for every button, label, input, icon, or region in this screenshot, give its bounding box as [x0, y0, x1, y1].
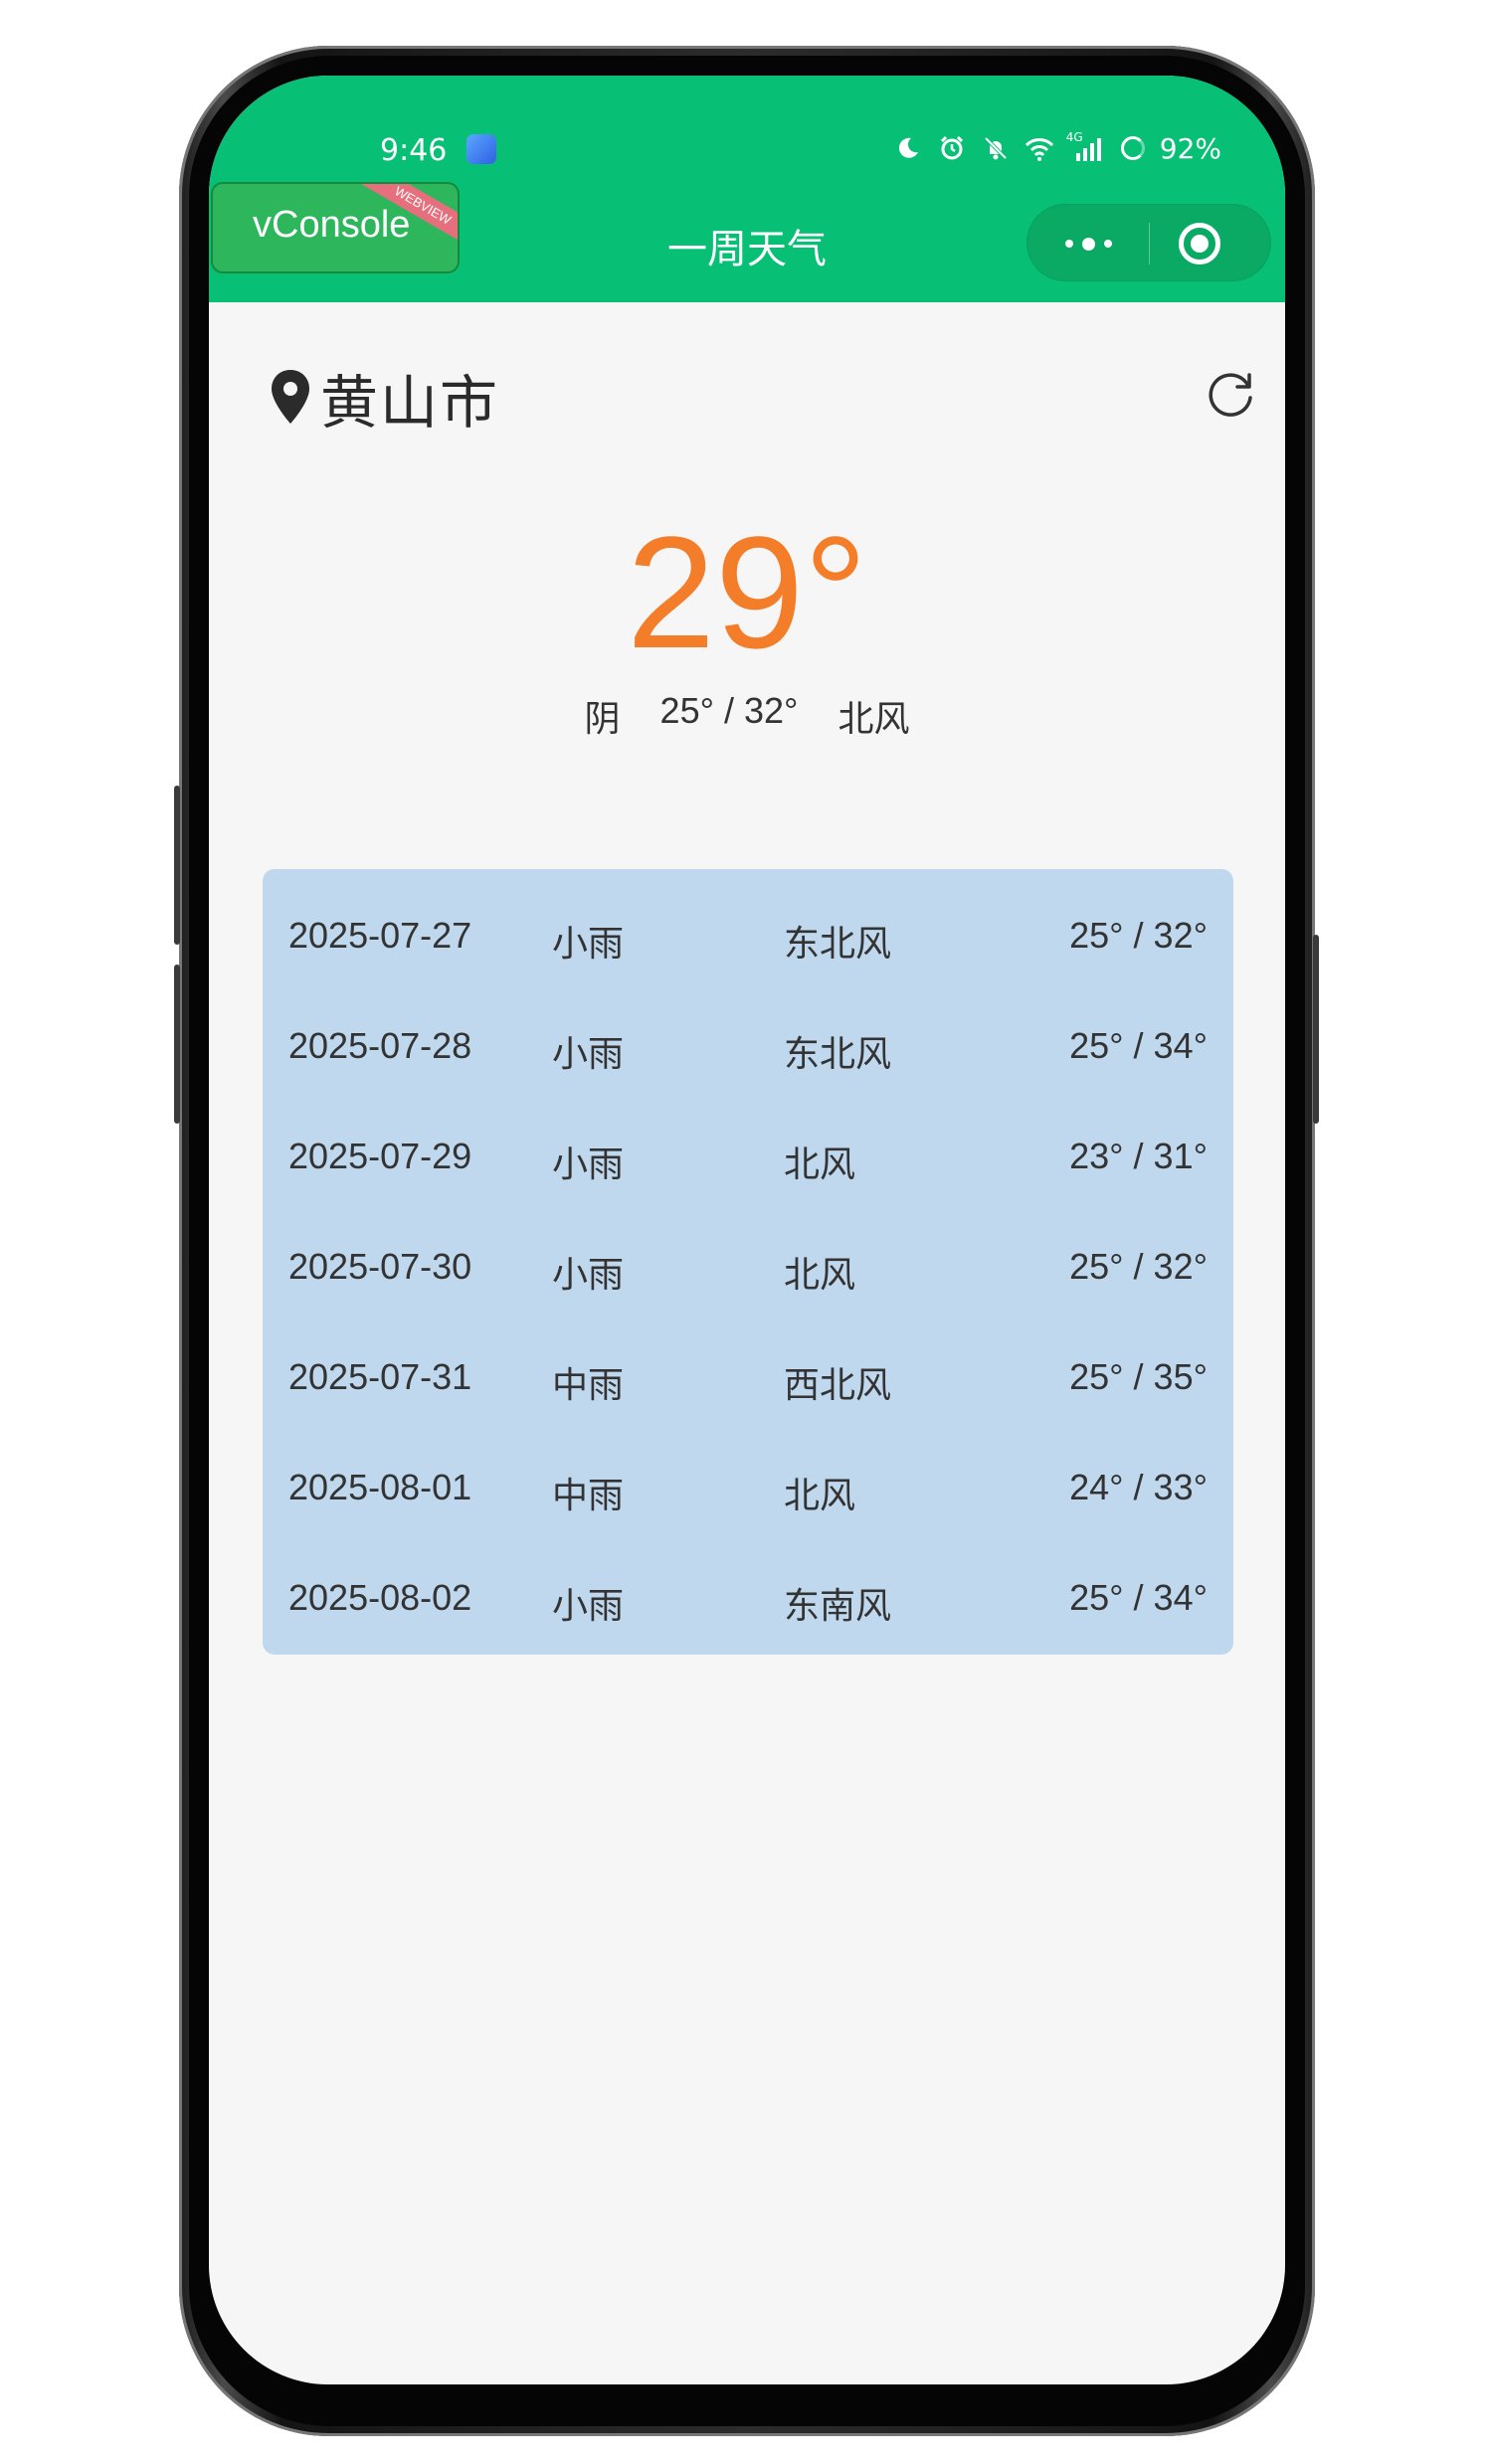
forecast-wind: 北风: [784, 1144, 856, 1185]
forecast-weather: 小雨: [552, 1034, 625, 1075]
refresh-icon[interactable]: [1204, 366, 1259, 422]
target-circle-icon[interactable]: [1179, 223, 1220, 264]
forecast-range: 23° / 31°: [1069, 1136, 1208, 1176]
forecast-row: 2025-07-29 小雨 北风 23° / 31°: [263, 1090, 1233, 1200]
forecast-date: 2025-07-27: [288, 915, 472, 956]
current-summary: 阴 25° / 32° 北风: [209, 690, 1285, 742]
city-name: 黄山市: [320, 369, 500, 437]
forecast-wind: 北风: [784, 1476, 856, 1516]
forecast-range: 25° / 34°: [1069, 1577, 1208, 1618]
forecast-date: 2025-07-28: [288, 1025, 472, 1066]
forecast-range: 25° / 32°: [1069, 915, 1208, 956]
forecast-wind: 东北风: [784, 924, 892, 965]
forecast-weather: 小雨: [552, 1255, 625, 1296]
device-stage: 9:46 4G 92% vConsole WEBVIEW 一周天气 黄山市 29…: [0, 0, 1492, 2464]
forecast-row: 2025-07-31 中雨 西北风 25° / 35°: [263, 1311, 1233, 1421]
navigation-bar: 9:46 4G 92% vConsole WEBVIEW 一周天气: [209, 76, 1285, 302]
alarm-icon: [935, 131, 969, 165]
forecast-weather: 小雨: [552, 1586, 625, 1627]
map-pin-icon: [272, 370, 309, 424]
forecast-row: 2025-08-01 中雨 北风 24° / 33°: [263, 1421, 1233, 1531]
forecast-date: 2025-08-02: [288, 1577, 472, 1618]
forecast-wind: 西北风: [784, 1365, 892, 1406]
forecast-weather: 小雨: [552, 1144, 625, 1185]
capsule-divider: [1149, 223, 1150, 264]
current-wind: 北风: [838, 699, 910, 740]
forecast-range: 25° / 32°: [1069, 1246, 1208, 1287]
power-button: [1313, 935, 1319, 1124]
status-time: 9:46: [380, 133, 448, 168]
weekly-forecast-list: 2025-07-27 小雨 东北风 25° / 32° 2025-07-28 小…: [263, 869, 1233, 1655]
volume-up-button: [174, 786, 180, 945]
do-not-disturb-moon-icon: [891, 131, 925, 165]
wifi-icon: [1023, 131, 1056, 165]
forecast-weather: 中雨: [552, 1365, 625, 1406]
forecast-date: 2025-07-30: [288, 1246, 472, 1287]
volume-down-button: [174, 965, 180, 1124]
forecast-range: 25° / 34°: [1069, 1025, 1208, 1066]
forecast-wind: 东北风: [784, 1034, 892, 1075]
mute-bell-icon: [979, 131, 1013, 165]
forecast-weather: 小雨: [552, 924, 625, 965]
current-range: 25° / 32°: [659, 690, 799, 731]
current-temperature: 29°: [627, 503, 867, 681]
forecast-row: 2025-07-30 小雨 北风 25° / 32°: [263, 1200, 1233, 1311]
forecast-wind: 北风: [784, 1255, 856, 1296]
forecast-date: 2025-07-31: [288, 1356, 472, 1397]
forecast-weather: 中雨: [552, 1476, 625, 1516]
forecast-row: 2025-08-02 小雨 东南风 25° / 34°: [263, 1531, 1233, 1642]
gallery-app-icon: [466, 134, 496, 164]
more-dots-icon[interactable]: [1027, 205, 1149, 282]
current-condition: 阴: [584, 699, 621, 740]
status-icons: 4G 92%: [891, 131, 1221, 165]
phone-screen: 9:46 4G 92% vConsole WEBVIEW 一周天气 黄山市 29…: [209, 76, 1285, 2384]
forecast-date: 2025-08-01: [288, 1467, 472, 1507]
location-header: 黄山市: [269, 356, 499, 440]
mini-program-capsule: [1026, 204, 1271, 281]
forecast-range: 24° / 33°: [1069, 1467, 1208, 1507]
forecast-range: 25° / 35°: [1069, 1356, 1208, 1397]
forecast-date: 2025-07-29: [288, 1136, 472, 1176]
battery-percentage: 92%: [1159, 131, 1221, 165]
cellular-4g-signal-icon: 4G: [1066, 131, 1106, 165]
forecast-row: 2025-07-27 小雨 东北风 25° / 32°: [263, 869, 1233, 979]
forecast-wind: 东南风: [784, 1586, 892, 1627]
forecast-row: 2025-07-28 小雨 东北风 25° / 34°: [263, 979, 1233, 1090]
battery-ring-icon: [1116, 131, 1150, 165]
